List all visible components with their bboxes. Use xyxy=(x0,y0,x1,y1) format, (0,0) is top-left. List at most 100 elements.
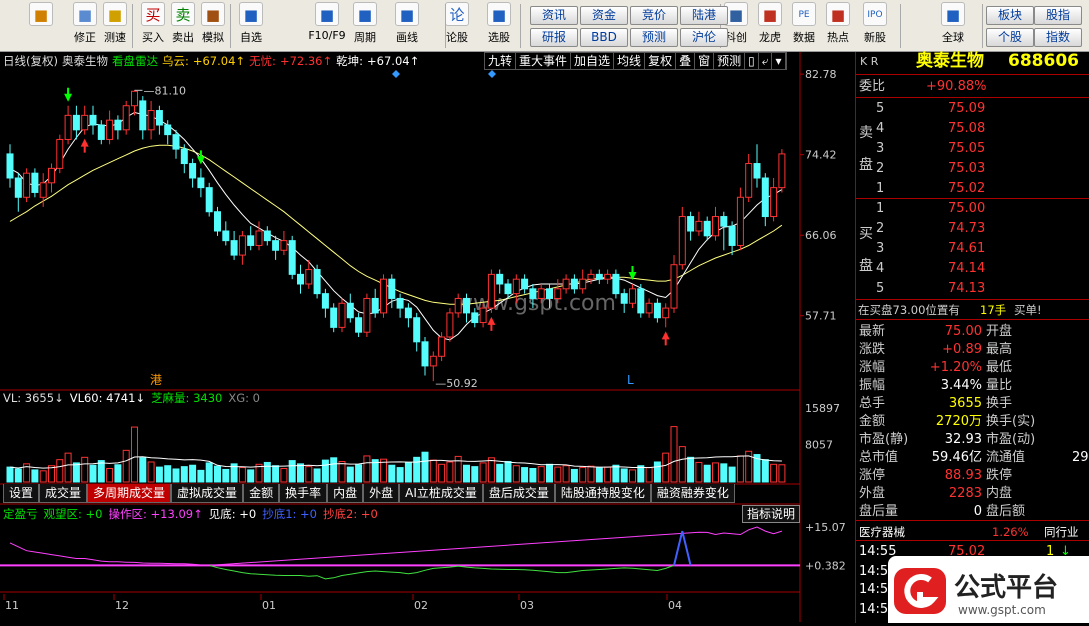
toolbar-button-9[interactable]: ■ 周期 xyxy=(350,2,380,50)
toolbar-button-16[interactable]: ■ 热点 xyxy=(823,2,853,50)
subtab-10[interactable]: 盘后成交量 xyxy=(482,484,555,503)
subtab-11[interactable]: 陆股通持股变化 xyxy=(554,484,651,503)
subtab-3[interactable]: 多周期成交量 xyxy=(87,484,172,503)
toolbar-button-8[interactable]: ■ F10/F9 xyxy=(304,2,350,50)
toolbar-link-2[interactable]: 资金 xyxy=(580,6,628,25)
toolbar-button-5[interactable]: 卖卖出 xyxy=(168,2,198,50)
volume-bar xyxy=(222,468,230,483)
buy-level-row: 2 74.73 xyxy=(856,219,1089,239)
event-diamond-icon[interactable] xyxy=(392,70,400,78)
toolbar-link-10[interactable]: 股指 xyxy=(1034,6,1082,25)
candle-body xyxy=(604,273,612,280)
lock-icon[interactable]: ▯ xyxy=(745,53,759,69)
subtab-7[interactable]: 内盘 xyxy=(327,484,364,503)
toolbar-button-label: 选股 xyxy=(488,31,510,44)
candle-body xyxy=(131,90,138,107)
toolbar-link-8[interactable]: 沪伦 xyxy=(680,28,728,47)
event-diamond-icon[interactable] xyxy=(488,70,496,78)
subtab-12[interactable]: 融资融券变化 xyxy=(650,484,735,503)
toolbar-link-9[interactable]: 板块 xyxy=(986,6,1034,25)
toolbar-button-4[interactable]: 买买入 xyxy=(138,2,168,50)
buy-price: 75.00 xyxy=(948,201,986,216)
chart-tab-2[interactable]: 重大事件 xyxy=(516,53,572,69)
kline-chart-area[interactable]: 82.78 74.42 66.06 57.71 www.gspt.com —81.10 —5… xyxy=(0,52,855,622)
chart-tab-4[interactable]: 均线 xyxy=(614,53,646,69)
volume-bar xyxy=(546,463,553,483)
toolbar-separator xyxy=(132,4,133,48)
candle-body xyxy=(736,196,744,246)
candle-body xyxy=(122,105,130,131)
toolbar-button-11[interactable]: 论论股 xyxy=(442,2,472,50)
stat-value: 3.44% xyxy=(940,378,982,393)
toolbar-link-12[interactable]: 指数 xyxy=(1034,28,1082,47)
toolbar-link-7[interactable]: 预测 xyxy=(630,28,678,47)
volume-bar xyxy=(521,467,529,483)
indicator-info-item: 观望区: +0 xyxy=(43,507,103,521)
candle-body xyxy=(363,297,371,333)
stat-row: 外盘 2283 内盘 xyxy=(856,484,1089,504)
code-letters: K R xyxy=(860,55,879,68)
toolbar-link-6[interactable]: BBD xyxy=(580,28,628,47)
kline-svg[interactable]: 82.7874.4266.0657.71www.gspt.com—81.10—5… xyxy=(0,52,855,622)
candle-body xyxy=(579,278,587,290)
toolbar-button-3[interactable]: ■ 测速 xyxy=(100,2,130,50)
subtab-5[interactable]: 金额 xyxy=(243,484,280,503)
subtab-2[interactable]: 成交量 xyxy=(39,484,88,503)
volume-bar xyxy=(778,464,786,483)
toolbar-button-12[interactable]: ■ 选股 xyxy=(484,2,514,50)
stat-label: 最新 xyxy=(859,324,886,339)
dropdown-icon[interactable]: ▾ xyxy=(772,53,786,69)
toolbar-button-label: F10/F9 xyxy=(308,29,346,42)
indicator-help-button[interactable]: 指标说明 xyxy=(742,505,801,523)
subtab-8[interactable]: 外盘 xyxy=(363,484,400,503)
chart-tab-6[interactable]: 叠 xyxy=(676,53,696,69)
subtab-9[interactable]: AI立桩成交量 xyxy=(399,484,483,503)
toolbar-button-1[interactable]: ■ xyxy=(26,2,56,50)
chart-tab-7[interactable]: 窗 xyxy=(695,53,715,69)
large-order-row: 在买盘73.00位置有 17手 买单! xyxy=(856,300,1089,320)
toolbar-link-11[interactable]: 个股 xyxy=(986,28,1034,47)
candle-body xyxy=(230,240,238,256)
volume-bar xyxy=(39,470,47,483)
indicator-bottom-spike xyxy=(673,530,692,566)
toolbar-button-2[interactable]: ■ 修正 xyxy=(70,2,100,50)
candle-body xyxy=(529,288,537,299)
indicator-tick-label: +0.382 xyxy=(805,559,846,572)
toolbar-button-7[interactable]: ■ 自选 xyxy=(236,2,266,50)
subtab-6[interactable]: 换手率 xyxy=(279,484,328,503)
chart-tab-3[interactable]: 加自选 xyxy=(571,53,615,69)
chart-tab-5[interactable]: 复权 xyxy=(645,53,677,69)
toolbar-link-4[interactable]: 陆港 xyxy=(680,6,728,25)
toolbar-button-14[interactable]: ■ 龙虎 xyxy=(755,2,785,50)
candle-body xyxy=(587,273,595,280)
toolbar-button-10[interactable]: ■ 画线 xyxy=(392,2,422,50)
chart-info-bar: 日线(复权) 奥泰生物 看盘雷达 乌云: +67.04↑ 无忧: +72.36↑ 乾坤: +67… xyxy=(0,52,484,70)
subtab-4[interactable]: 虚拟成交量 xyxy=(171,484,244,503)
toolbar-button-6[interactable]: ■ 模拟 xyxy=(198,2,228,50)
volume-bar xyxy=(388,464,396,483)
buy-level-num: 4 xyxy=(876,261,885,276)
indicator-info-bar: 定盈亏 观望区: +0 操作区: +13.09↑ 见底: +0 抄底1: +0 抄底2: … xyxy=(3,506,384,522)
stat-value: +1.20% xyxy=(929,360,982,375)
sell-level-num: 2 xyxy=(876,161,885,176)
subtab-1[interactable]: 设置 xyxy=(3,484,40,503)
toolbar-link-5[interactable]: 研报 xyxy=(530,28,578,47)
candle-body xyxy=(662,307,670,319)
candle-body xyxy=(330,307,338,328)
back-icon[interactable]: ⤶ xyxy=(759,53,773,69)
candle-body xyxy=(463,297,470,314)
candle-body xyxy=(612,273,620,295)
toolbar-button-15[interactable]: PE 数据 xyxy=(789,2,819,50)
toolbar-button-18[interactable]: ■ 全球 xyxy=(938,2,968,50)
candle-body xyxy=(703,220,711,237)
volume-bar xyxy=(346,466,354,483)
month-label: 01 xyxy=(262,599,276,612)
volume-bar xyxy=(695,461,703,483)
toolbar-link-1[interactable]: 资讯 xyxy=(530,6,578,25)
volume-bar xyxy=(81,456,89,483)
toolbar-link-3[interactable]: 竞价 xyxy=(630,6,678,25)
candle-body xyxy=(554,288,562,299)
toolbar-button-17[interactable]: IPO 新股 xyxy=(860,2,890,50)
chart-tab-1[interactable]: 九转 xyxy=(485,53,517,69)
chart-tab-8[interactable]: 预测 xyxy=(714,53,746,69)
